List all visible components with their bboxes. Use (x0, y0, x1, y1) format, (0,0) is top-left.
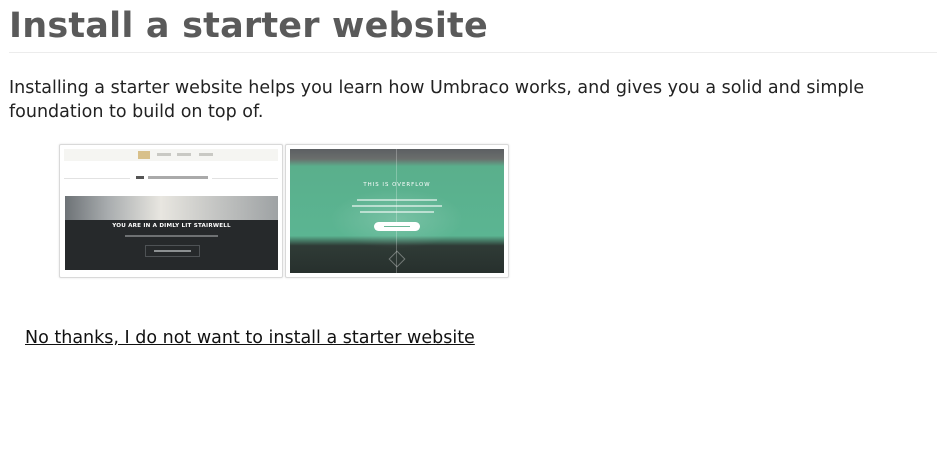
overflow-preview: THIS IS OVERFLOW (290, 149, 504, 273)
starter-overflow-thumbnail[interactable]: THIS IS OVERFLOW (285, 144, 509, 278)
txt-preview-logo (130, 174, 212, 181)
txt-preview-nav-item (138, 151, 150, 159)
txt-preview-button (145, 245, 200, 257)
page-title: Install a starter website (9, 6, 488, 46)
txt-preview-nav (64, 149, 278, 161)
txt-preview-nav-item (199, 153, 213, 156)
starter-txt-thumbnail[interactable]: YOU ARE IN A DIMLY LIT STAIRWELL (59, 144, 283, 278)
title-divider (9, 52, 937, 53)
txt-preview-hero-image (65, 196, 278, 220)
decline-starter-link[interactable]: No thanks, I do not want to install a st… (25, 328, 475, 348)
intro-text: Installing a starter website helps you l… (9, 78, 865, 122)
txt-preview-nav-item (177, 153, 191, 156)
txt-preview-hero: YOU ARE IN A DIMLY LIT STAIRWELL (65, 196, 278, 270)
txt-preview-nav-item (157, 153, 171, 156)
overflow-preview-button (374, 222, 420, 231)
overflow-preview-headline: THIS IS OVERFLOW (363, 182, 431, 188)
overflow-preview-logo (388, 250, 406, 268)
txt-preview-headline: YOU ARE IN A DIMLY LIT STAIRWELL (112, 223, 231, 229)
